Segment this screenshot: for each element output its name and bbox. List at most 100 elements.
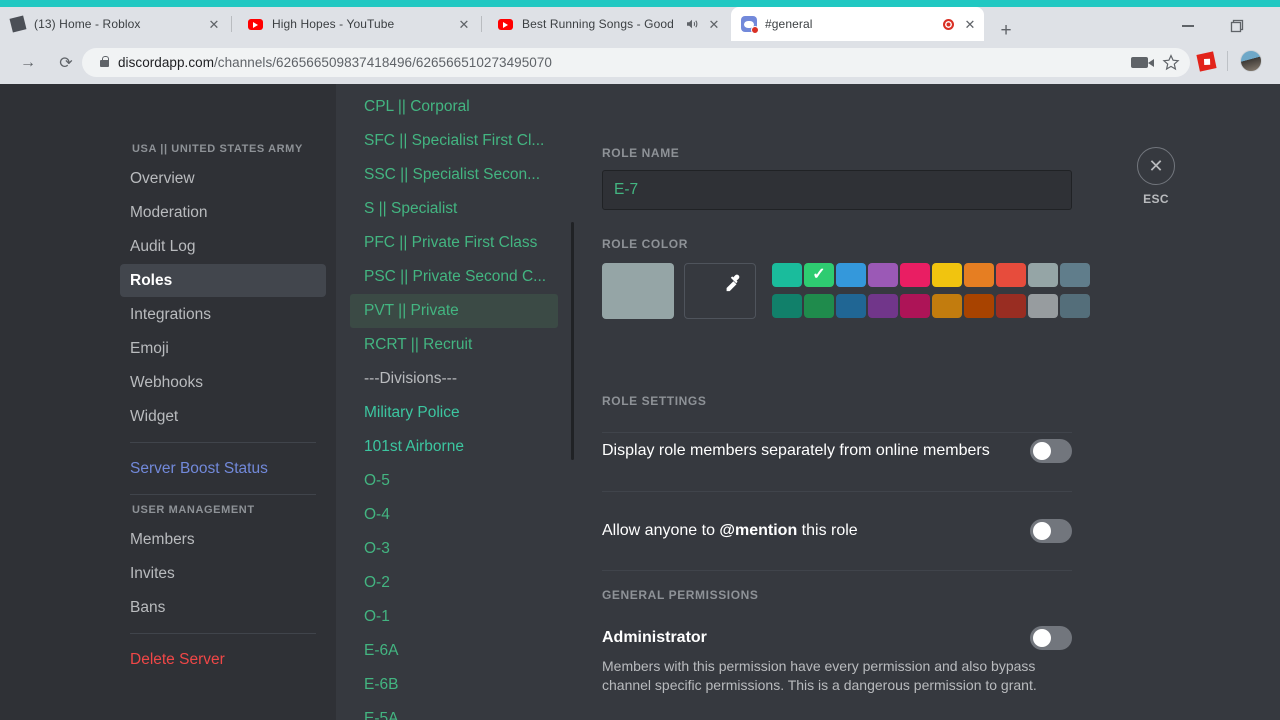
role-list-item-label: O-2	[364, 574, 390, 591]
role-list-item[interactable]: PSC || Private Second C...	[350, 260, 558, 294]
star-icon[interactable]	[1162, 53, 1180, 72]
role-list-item[interactable]: S || Specialist	[350, 192, 558, 226]
browser-tab[interactable]: (13) Home - Roblox ✕	[0, 7, 228, 41]
check-icon: ✓	[812, 266, 826, 283]
role-list-item[interactable]: PVT || Private	[350, 294, 558, 328]
color-swatch[interactable]	[1028, 263, 1058, 287]
color-swatch[interactable]	[772, 263, 802, 287]
role-list-item[interactable]: 101st Airborne	[350, 430, 558, 464]
color-swatch[interactable]: ✓	[804, 263, 834, 287]
browser-tab[interactable]: High Hopes - YouTube ✕	[238, 7, 478, 41]
role-list-item-label: S || Specialist	[364, 200, 458, 217]
reload-icon[interactable]: ⟳	[52, 49, 80, 77]
role-list-item-label: SFC || Specialist First Cl...	[364, 132, 545, 149]
role-list-item[interactable]: E-6B	[350, 668, 558, 702]
role-list-item[interactable]: E-5A	[350, 702, 558, 720]
browser-tab[interactable]: Best Running Songs - Good ✕	[488, 7, 728, 41]
sidebar-item-emoji[interactable]: Emoji	[120, 332, 326, 365]
roblox-extension-icon[interactable]	[1196, 50, 1217, 72]
color-swatch[interactable]	[1060, 263, 1090, 287]
color-swatch[interactable]	[932, 263, 962, 287]
camera-icon[interactable]	[1131, 57, 1154, 68]
url-path: /channels/626566509837418496/62656651027…	[214, 55, 552, 70]
role-list-item[interactable]: PFC || Private First Class	[350, 226, 558, 260]
recording-indicator-icon[interactable]	[940, 18, 956, 30]
role-name-input[interactable]: E-7	[602, 170, 1072, 210]
color-swatch[interactable]	[964, 263, 994, 287]
role-list-item[interactable]: O-2	[350, 566, 558, 600]
color-swatch[interactable]	[836, 294, 866, 318]
sidebar-item-invites[interactable]: Invites	[120, 557, 326, 590]
role-list-item[interactable]: RCRT || Recruit	[350, 328, 558, 362]
browser-tab-active[interactable]: #general ✕	[731, 7, 984, 41]
tab-close-icon[interactable]: ✕	[454, 14, 474, 34]
sidebar-item-members[interactable]: Members	[120, 523, 326, 556]
role-name-label: ROLE NAME	[602, 146, 680, 160]
role-list-item[interactable]: SFC || Specialist First Cl...	[350, 124, 558, 158]
color-swatch[interactable]	[868, 294, 898, 318]
current-role-color-swatch[interactable]	[602, 263, 674, 319]
close-icon[interactable]: ✕	[1137, 147, 1175, 185]
role-list-item-label: PVT || Private	[364, 302, 459, 319]
role-list-item[interactable]: O-3	[350, 532, 558, 566]
role-list-item[interactable]: CPL || Corporal	[350, 90, 558, 124]
color-swatch[interactable]	[804, 294, 834, 318]
tab-title: (13) Home - Roblox	[34, 17, 141, 31]
tab-close-icon[interactable]: ✕	[960, 14, 980, 34]
color-swatch[interactable]	[900, 294, 930, 318]
restore-icon[interactable]	[1230, 19, 1245, 39]
sidebar-item-server-boost-status[interactable]: Server Boost Status	[120, 452, 326, 485]
role-list-item[interactable]: O-1	[350, 600, 558, 634]
color-swatch[interactable]	[996, 263, 1026, 287]
tab-strip: (13) Home - Roblox ✕ High Hopes - YouTub…	[0, 7, 1280, 41]
sidebar-item-overview[interactable]: Overview	[120, 162, 326, 195]
role-list-item[interactable]: Military Police	[350, 396, 558, 430]
color-swatch[interactable]	[868, 263, 898, 287]
sidebar-item-audit-log[interactable]: Audit Log	[120, 230, 326, 263]
sidebar-item-roles[interactable]: Roles	[120, 264, 326, 297]
role-list-item[interactable]: ---Divisions---	[350, 362, 558, 396]
server-name-header: USA || UNITED STATES ARMY	[132, 143, 303, 155]
color-swatch[interactable]	[772, 294, 802, 318]
color-swatch[interactable]	[1060, 294, 1090, 318]
sidebar-divider	[130, 494, 316, 495]
color-swatch[interactable]	[1028, 294, 1058, 318]
toggle-administrator[interactable]	[1030, 626, 1072, 650]
close-settings-button[interactable]: ✕ ESC	[1126, 147, 1186, 206]
general-permissions-section: GENERAL PERMISSIONS Administrator Member…	[602, 588, 1072, 696]
forward-arrow-icon[interactable]: →	[14, 49, 42, 77]
user-avatar[interactable]	[1240, 50, 1262, 72]
sidebar-item-delete-server[interactable]: Delete Server	[120, 643, 326, 676]
toggle-display-separately[interactable]	[1030, 439, 1072, 463]
sidebar-item-webhooks[interactable]: Webhooks	[120, 366, 326, 399]
color-swatch[interactable]	[836, 263, 866, 287]
eyedropper-button[interactable]	[684, 263, 756, 319]
tab-close-icon[interactable]: ✕	[704, 14, 724, 34]
toggle-allow-mention[interactable]	[1030, 519, 1072, 543]
role-color-label: ROLE COLOR	[602, 237, 688, 251]
color-swatch[interactable]	[900, 263, 930, 287]
setting-row-allow-mention: Allow anyone to @mention this role	[602, 519, 1072, 543]
sidebar-item-moderation[interactable]: Moderation	[120, 196, 326, 229]
role-list-item-label: Military Police	[364, 404, 460, 421]
role-list-item[interactable]: O-4	[350, 498, 558, 532]
role-list-item-label: E-6A	[364, 642, 399, 659]
server-settings-page: USA || UNITED STATES ARMY Overview Moder…	[0, 84, 1280, 720]
sidebar-item-integrations[interactable]: Integrations	[120, 298, 326, 331]
sidebar-item-widget[interactable]: Widget	[120, 400, 326, 433]
color-swatch[interactable]	[996, 294, 1026, 318]
color-swatch[interactable]	[964, 294, 994, 318]
minimize-icon[interactable]	[1182, 19, 1196, 31]
new-tab-button[interactable]: +	[995, 21, 1017, 43]
color-swatch[interactable]	[932, 294, 962, 318]
role-list-item[interactable]: E-6A	[350, 634, 558, 668]
role-list-item[interactable]: SSC || Specialist Secon...	[350, 158, 558, 192]
tab-close-icon[interactable]: ✕	[204, 14, 224, 34]
url-input[interactable]: discordapp.com/channels/6265665098374184…	[82, 48, 1190, 77]
url-text: discordapp.com/channels/6265665098374184…	[118, 55, 552, 70]
speaker-icon[interactable]	[684, 18, 700, 30]
sidebar-item-bans[interactable]: Bans	[120, 591, 326, 624]
role-list-item[interactable]: O-5	[350, 464, 558, 498]
permission-description: Members with this permission have every …	[602, 658, 1037, 694]
role-color-section: ROLE COLOR ✓	[602, 237, 1090, 319]
